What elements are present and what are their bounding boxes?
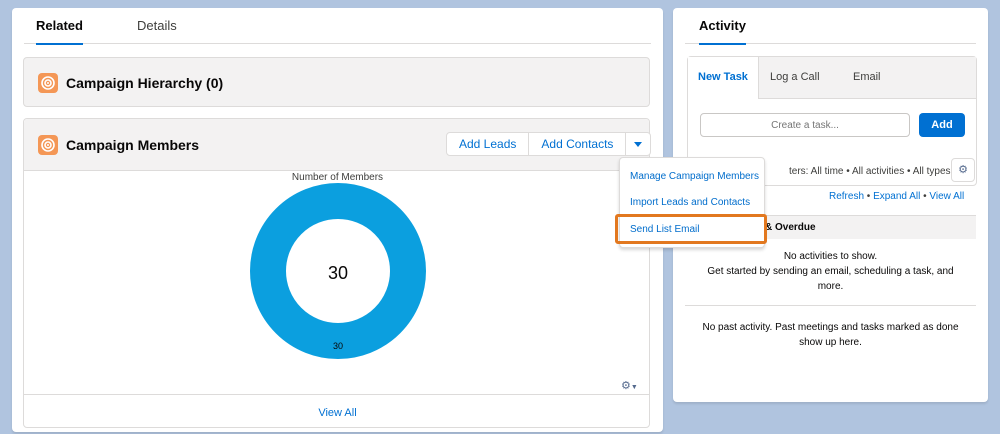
chart-center-label: 30 <box>328 263 348 283</box>
activity-divider <box>685 305 976 306</box>
chart-slice-label: 30 <box>333 341 343 351</box>
chevron-down-icon <box>632 142 644 155</box>
tab-related[interactable]: Related <box>36 8 83 45</box>
gear-icon: ⚙ <box>621 380 631 392</box>
tab-details[interactable]: Details <box>137 8 177 44</box>
campaign-hierarchy-card: Campaign Hierarchy (0) <box>23 57 650 107</box>
menu-item-import-leads-contacts[interactable]: Import Leads and Contacts <box>630 197 750 208</box>
chevron-down-icon: ▼ <box>630 384 638 391</box>
campaign-hierarchy-title[interactable]: Campaign Hierarchy (0) <box>66 75 223 91</box>
menu-item-manage-members[interactable]: Manage Campaign Members <box>630 171 759 182</box>
create-task-input[interactable] <box>700 113 910 137</box>
add-contacts-button[interactable]: Add Contacts <box>528 133 625 155</box>
activity-tabbar: Activity <box>685 8 976 45</box>
gear-icon: ⚙ <box>958 164 968 176</box>
activity-filters: ters: All time • All activities • All ty… <box>789 166 951 177</box>
activity-links: Refresh • Expand All • View All <box>829 191 965 202</box>
campaign-members-actions: Add Leads Add Contacts <box>446 132 652 156</box>
left-tabbar: Related Details <box>24 8 651 45</box>
card-footer-divider <box>24 394 649 395</box>
chart-settings-button[interactable]: ⚙▼ <box>621 379 638 392</box>
view-all-activity-link[interactable]: View All <box>929 191 964 202</box>
filter-settings-button[interactable]: ⚙ <box>951 158 975 182</box>
members-donut-chart: 30 30 <box>250 183 426 359</box>
campaign-icon <box>38 73 58 93</box>
campaign-members-card: Campaign Members Add Leads Add Contacts … <box>23 118 652 428</box>
add-task-button[interactable]: Add <box>919 113 965 137</box>
send-list-email-highlight <box>615 214 767 244</box>
tab-email[interactable]: Email <box>853 71 881 83</box>
view-all-link[interactable]: View All <box>24 407 651 419</box>
more-actions-button[interactable] <box>625 133 650 155</box>
refresh-link[interactable]: Refresh <box>829 191 864 202</box>
add-leads-button[interactable]: Add Leads <box>447 133 528 155</box>
expand-all-link[interactable]: Expand All <box>873 191 920 202</box>
tab-log-call[interactable]: Log a Call <box>770 71 820 83</box>
campaign-icon <box>38 135 58 155</box>
upcoming-overdue-label: & Overdue <box>765 222 816 233</box>
tab-new-task[interactable]: New Task <box>698 71 748 83</box>
tab-activity[interactable]: Activity <box>699 8 746 45</box>
no-activities-message: No activities to show. Get started by se… <box>707 251 954 292</box>
campaign-members-title[interactable]: Campaign Members <box>66 137 199 153</box>
no-past-activity-message: No past activity. Past meetings and task… <box>702 322 959 348</box>
related-panel: Related Details Campaign Hierarchy (0) C… <box>12 8 663 432</box>
